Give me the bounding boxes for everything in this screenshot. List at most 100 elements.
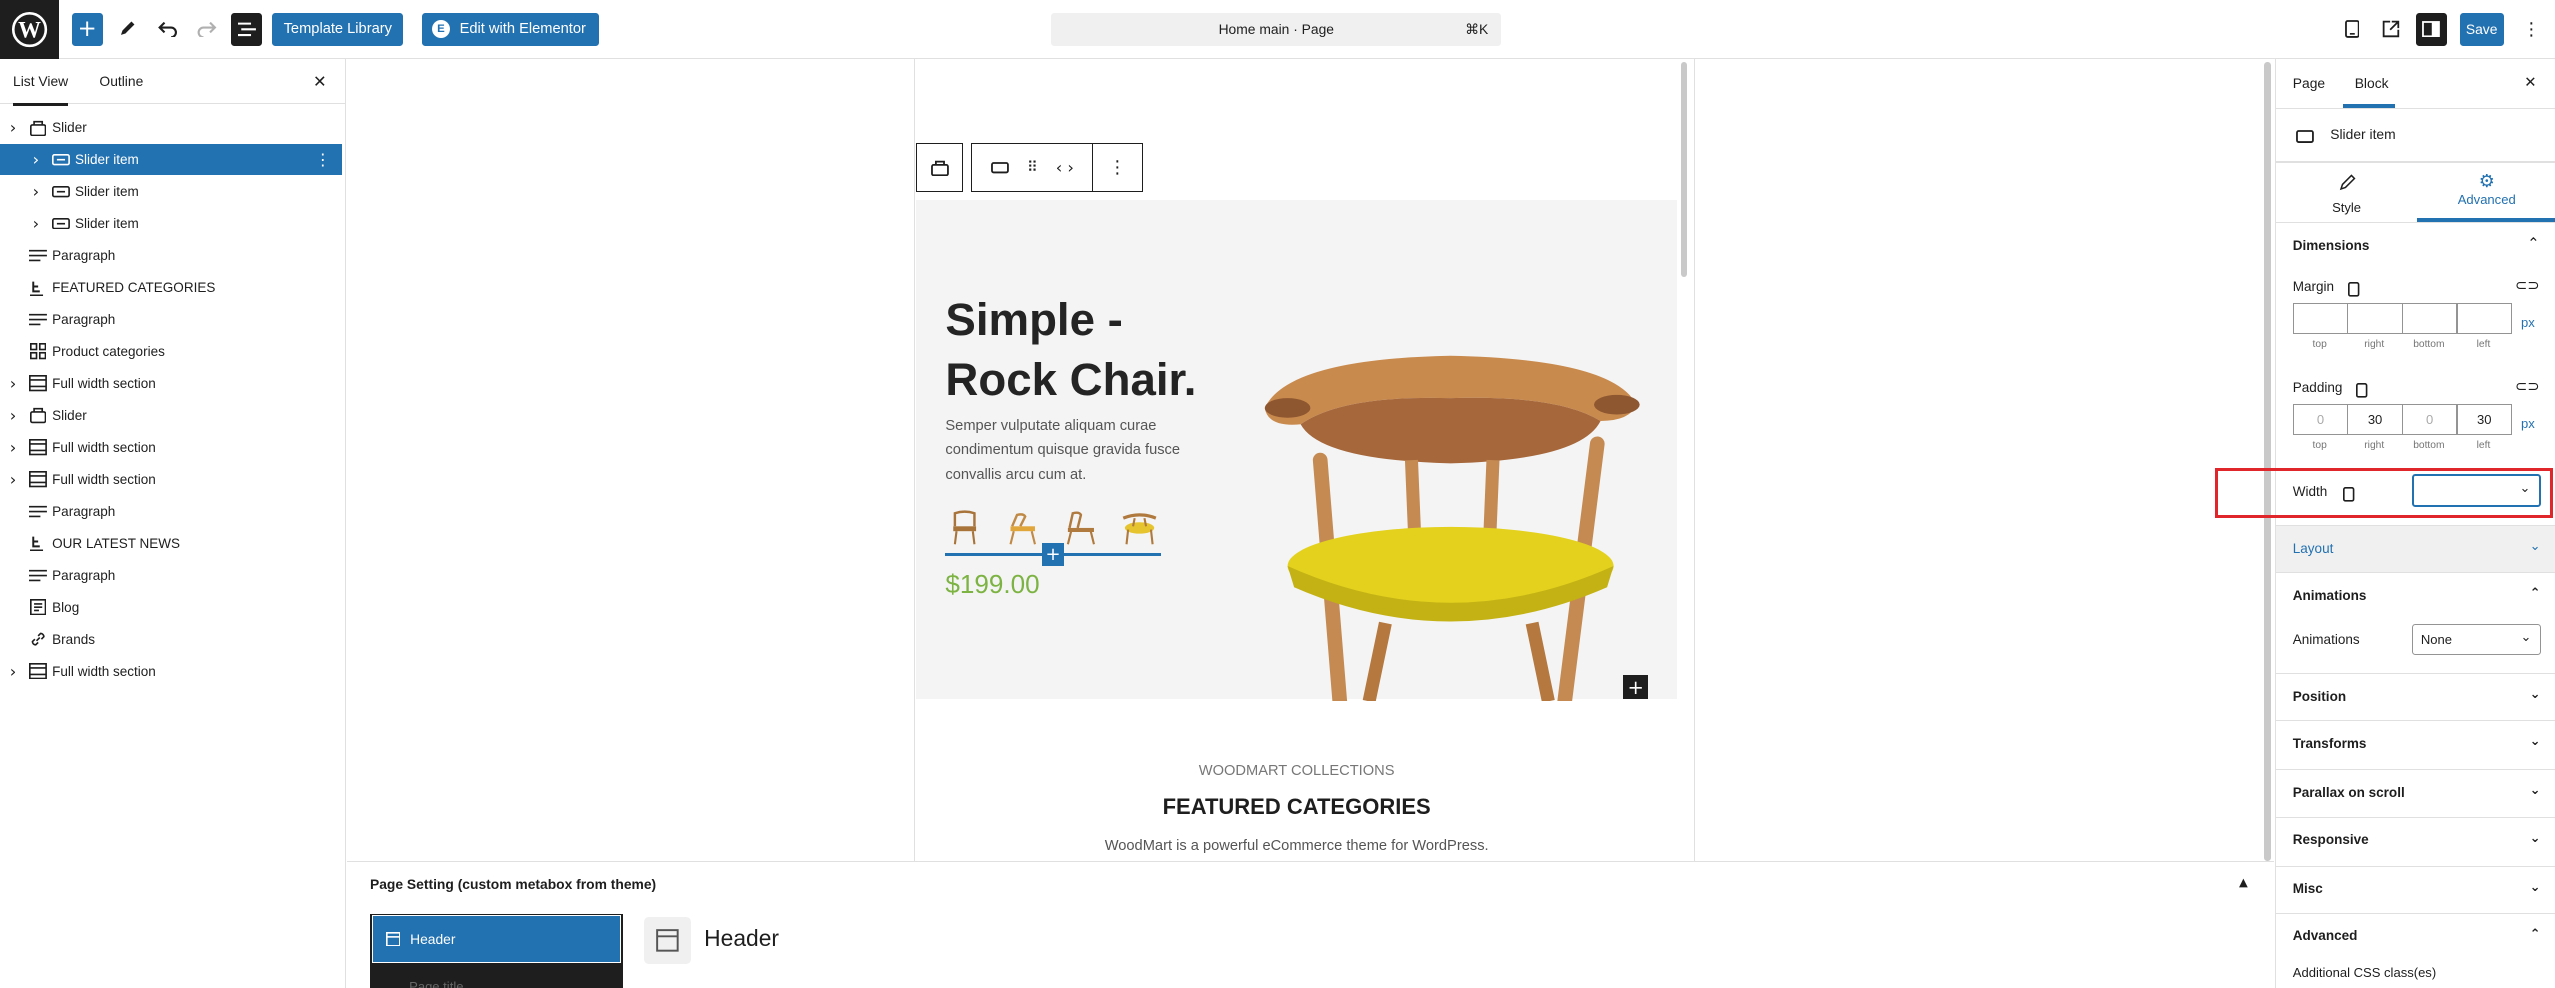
margin-unit[interactable]: px	[2521, 315, 2535, 330]
inserter-plus-icon[interactable]: +	[1041, 542, 1065, 566]
list-item[interactable]: Paragraph	[0, 304, 342, 335]
list-item[interactable]: Paragraph	[0, 240, 342, 271]
tab-page[interactable]: Page	[2293, 59, 2325, 108]
link-sides-icon[interactable]: ⊂⊃	[2515, 378, 2540, 395]
template-library-button[interactable]: Template Library	[272, 13, 404, 46]
featured-heading: FEATURED CATEGORIES	[1162, 793, 1431, 819]
list-item[interactable]: › Full width section	[0, 464, 342, 495]
save-button[interactable]: Save	[2459, 13, 2504, 46]
inserter-plus-icon[interactable]: +	[1623, 674, 1648, 700]
tab-outline[interactable]: Outline	[99, 59, 143, 105]
padding-input[interactable]: 30	[2456, 404, 2512, 436]
list-item[interactable]: OUR LATEST NEWS	[0, 528, 342, 559]
list-item[interactable]: › Full width section	[0, 432, 342, 463]
list-item[interactable]: › Slider item ⋮	[0, 144, 343, 176]
device-icon[interactable]	[2356, 380, 2368, 404]
add-block-icon[interactable]: +	[71, 13, 103, 46]
margin-input[interactable]	[2347, 303, 2403, 335]
list-item[interactable]: › Slider	[0, 112, 342, 143]
edit-with-elementor-button[interactable]: E Edit with Elementor	[422, 13, 599, 46]
list-item[interactable]: › Slider item	[0, 208, 342, 239]
undo-icon[interactable]	[155, 13, 181, 46]
chair-thumbnail[interactable]	[1002, 509, 1041, 548]
slider-item-icon[interactable]	[991, 156, 1010, 180]
section-icon	[29, 471, 48, 488]
margin-input[interactable]	[2456, 303, 2512, 335]
tab-style[interactable]: Style	[2276, 163, 2416, 222]
list-item[interactable]: › Full width section	[0, 368, 342, 399]
document-overview-icon[interactable]	[231, 13, 263, 46]
list-item[interactable]: Paragraph	[0, 560, 342, 591]
list-item[interactable]: Product categories	[0, 336, 342, 367]
link-sides-icon[interactable]: ⊂⊃	[2515, 277, 2540, 294]
position-section[interactable]: Position ⌄	[2276, 673, 2555, 720]
redo-icon[interactable]	[194, 13, 220, 46]
tab-block[interactable]: Block	[2355, 59, 2389, 108]
transforms-section[interactable]: Transforms ⌄	[2276, 720, 2555, 767]
settings-sidebar-icon[interactable]	[2415, 13, 2447, 46]
editor-scrollbar[interactable]	[2264, 61, 2271, 861]
list-item[interactable]: Paragraph	[0, 496, 342, 527]
chevron-right-icon[interactable]: ›	[10, 118, 17, 137]
chevron-right-icon[interactable]: ›	[10, 374, 17, 393]
list-item[interactable]: Brands	[0, 624, 342, 655]
chair-image	[1255, 346, 1646, 709]
padding-label: Padding	[2292, 379, 2343, 395]
edit-tools-icon[interactable]	[114, 13, 140, 46]
view-page-icon[interactable]	[2380, 13, 2403, 46]
layout-section[interactable]: Layout ⌄	[2276, 524, 2555, 573]
list-item[interactable]: Blog	[0, 592, 342, 623]
device-icon[interactable]	[2348, 279, 2360, 303]
margin-input[interactable]	[2292, 303, 2349, 335]
padding-input[interactable]: 0	[2292, 404, 2349, 436]
tab-header[interactable]: Header	[371, 915, 621, 963]
list-item[interactable]: › Slider item	[0, 176, 342, 207]
animations-select[interactable]: None ⌄	[2411, 624, 2541, 656]
responsive-section[interactable]: Responsive ⌄	[2276, 816, 2555, 864]
tab-advanced[interactable]: ⚙ Advanced	[2417, 163, 2555, 222]
advanced-section[interactable]: Advanced ⌃	[2276, 912, 2555, 960]
command-palette-button[interactable]: Home main · Page ⌘K	[1051, 13, 1502, 46]
chevron-right-icon[interactable]: ›	[33, 182, 40, 201]
list-item[interactable]: FEATURED CATEGORIES	[0, 272, 342, 303]
chevron-right-icon[interactable]: ›	[10, 470, 17, 489]
options-menu-icon[interactable]: ⋮	[2522, 13, 2542, 46]
collapse-icon[interactable]: ▲	[2239, 875, 2248, 889]
chevron-right-icon[interactable]: ›	[10, 662, 17, 681]
block-parent-selector[interactable]	[916, 143, 964, 193]
chair-thumbnail[interactable]	[945, 509, 984, 548]
padding-unit[interactable]: px	[2521, 416, 2535, 431]
move-arrows-icon[interactable]: ‹ ›	[1056, 158, 1074, 177]
animations-section[interactable]: Animations ⌃	[2276, 572, 2555, 619]
chevron-right-icon[interactable]: ›	[33, 150, 40, 169]
chair-thumbnail[interactable]	[1061, 509, 1100, 548]
more-options-icon[interactable]: ⋮	[1092, 143, 1143, 193]
chevron-right-icon[interactable]: ›	[33, 214, 40, 233]
tab-page-title[interactable]: Page title	[409, 979, 463, 988]
chevron-up-icon[interactable]: ⌃	[2527, 235, 2539, 252]
item-options-icon[interactable]: ⋮	[315, 150, 331, 169]
chevron-up-icon: ⌃	[2529, 926, 2541, 942]
list-item[interactable]: › Slider	[0, 400, 342, 431]
padding-input[interactable]: 30	[2347, 404, 2403, 436]
padding-input[interactable]: 0	[2401, 404, 2458, 436]
misc-section[interactable]: Misc ⌄	[2276, 865, 2555, 913]
side-label: left	[2476, 440, 2491, 452]
device-preview-icon[interactable]	[2341, 13, 2364, 46]
list-item[interactable]: › Full width section	[0, 656, 342, 687]
paragraph-icon	[29, 312, 48, 327]
block-name: Slider item	[2330, 125, 2396, 142]
canvas-scrollbar[interactable]	[1680, 61, 1688, 278]
close-icon[interactable]: ✕	[2524, 59, 2536, 108]
wordpress-logo-icon[interactable]: W	[0, 0, 59, 59]
chevron-down-icon: ⌄	[2529, 538, 2541, 554]
drag-handle-icon[interactable]: ⠿	[1027, 159, 1038, 176]
tab-list-view[interactable]: List View	[13, 59, 68, 106]
close-icon[interactable]: ✕	[313, 59, 327, 105]
chevron-right-icon[interactable]: ›	[10, 438, 17, 457]
parallax-section[interactable]: Parallax on scroll ⌄	[2276, 769, 2555, 816]
chair-thumbnail[interactable]	[1120, 509, 1159, 548]
margin-input[interactable]	[2401, 303, 2458, 335]
chevron-right-icon[interactable]: ›	[10, 406, 17, 425]
list-item-label: Full width section	[52, 663, 156, 679]
